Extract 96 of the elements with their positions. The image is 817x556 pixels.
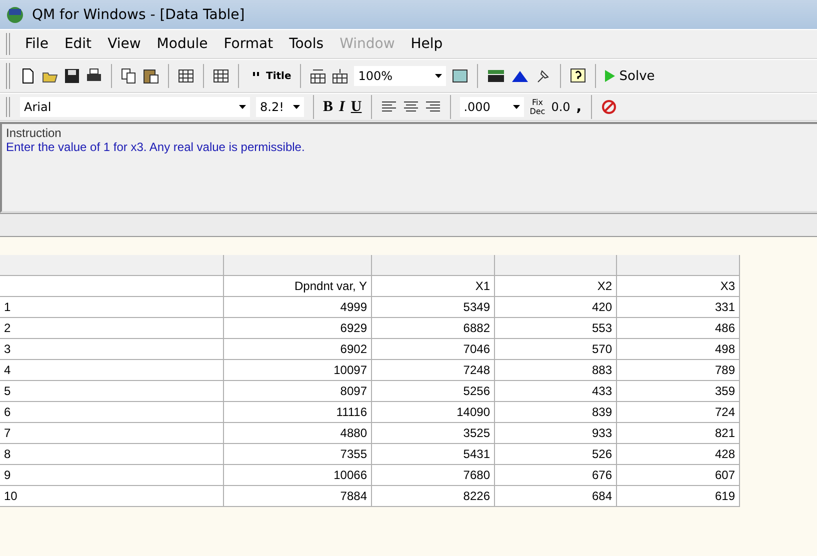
table-cell[interactable]: 724 [617,402,740,423]
paste-icon[interactable] [143,68,159,84]
table-cell[interactable]: 6929 [224,318,372,339]
caret-icon [239,105,246,109]
table-cell[interactable]: 428 [617,444,740,465]
table-cell[interactable]: 4880 [224,423,372,444]
table-cell[interactable]: 5431 [372,444,495,465]
row-header: 5 [0,381,224,402]
caret-icon [512,105,520,109]
table-cell[interactable]: 7680 [372,465,495,486]
bold-button[interactable]: B [323,98,334,116]
table-cell[interactable]: 486 [617,318,740,339]
table-cell[interactable]: 8226 [372,486,495,507]
table-cell[interactable]: 433 [495,381,617,402]
zoom-combo[interactable]: 100% [354,66,446,86]
table-cell[interactable]: 6902 [224,339,372,360]
row-header: 8 [0,444,224,465]
window-icon[interactable] [452,68,468,84]
play-icon [605,70,616,82]
print-icon[interactable] [86,68,102,84]
column-header: X3 [617,276,740,297]
italic-button[interactable]: I [339,98,345,116]
title-button[interactable]: Title [266,70,292,82]
row-header: 4 [0,360,224,381]
table-cell[interactable]: 10097 [224,360,372,381]
table-cell[interactable]: 7046 [372,339,495,360]
table-cell[interactable]: 684 [495,486,617,507]
table-cell[interactable]: 619 [617,486,740,507]
app-icon [6,6,24,24]
table-cell[interactable]: 4999 [224,297,372,318]
new-file-icon[interactable] [20,68,36,84]
table-cell[interactable]: 883 [495,360,617,381]
menu-item[interactable]: File [20,36,54,52]
insert-column-icon[interactable] [310,68,326,84]
row-header: 1 [0,297,224,318]
column-header: Dpndnt var, Y [224,276,372,297]
table-cell[interactable]: 821 [617,423,740,444]
delete-column-icon[interactable] [332,68,348,84]
instruction-label: Instruction [6,126,62,140]
menu-item[interactable]: View [102,36,146,52]
menu-item[interactable]: Tools [284,36,329,52]
table-cell[interactable]: 420 [495,297,617,318]
table-cell[interactable]: 5256 [372,381,495,402]
table-cell[interactable]: 498 [617,339,740,360]
grid-columns-icon[interactable] [178,68,194,84]
table-cell[interactable]: 553 [495,318,617,339]
precision-button[interactable]: 0.0 [551,100,570,114]
menu-item[interactable]: Module [152,36,213,52]
table-cell[interactable]: 359 [617,381,740,402]
table-cell[interactable]: 331 [617,297,740,318]
caret-icon [435,74,442,78]
fix-decimals-button[interactable]: Fix Dec [530,98,546,116]
table-cell[interactable]: 10066 [224,465,372,486]
instruction-text: Enter the value of 1 for x3. Any real value is permissible. [6,140,306,154]
table-cell[interactable]: 676 [495,465,617,486]
table-cell[interactable]: 3525 [372,423,495,444]
help-icon[interactable] [570,68,586,84]
table-cell[interactable]: 14090 [372,402,495,423]
underline-button[interactable]: U [350,98,362,116]
table-cell[interactable]: 839 [495,402,617,423]
row-header: 2 [0,318,224,339]
menu-item[interactable]: Format [218,36,278,52]
table-cell[interactable]: 8097 [224,381,372,402]
solve-button[interactable]: Solve [605,68,655,84]
grid-rows-icon[interactable] [213,68,229,84]
menu-item[interactable]: Help [406,36,448,52]
table-cell[interactable]: 7355 [224,444,372,465]
row-header: 7 [0,423,224,444]
row-header: 3 [0,339,224,360]
decimals-combo[interactable]: .000 [460,97,524,117]
row-header: 9 [0,465,224,486]
table-cell[interactable]: 11116 [224,402,372,423]
table-cell[interactable]: 7884 [224,486,372,507]
table-icon[interactable] [487,68,506,84]
table-cell[interactable]: 933 [495,423,617,444]
save-icon[interactable] [64,68,80,84]
column-header: X2 [495,276,617,297]
copy-icon[interactable] [121,68,137,84]
comma-button[interactable]: , [576,99,582,115]
column-header: X1 [372,276,495,297]
table-cell[interactable]: 607 [617,465,740,486]
font-size-combo[interactable]: 8.2! [256,97,304,117]
table-cell[interactable]: 789 [617,360,740,381]
row-header: 6 [0,402,224,423]
caret-icon [293,105,300,109]
table-cell[interactable]: 570 [495,339,617,360]
table-cell[interactable]: 5349 [372,297,495,318]
menu-item[interactable]: Edit [59,36,97,52]
pin-icon[interactable] [535,68,552,84]
table-cell[interactable]: 526 [495,444,617,465]
row-header: 10 [0,486,224,507]
font-combo[interactable]: Arial [20,97,250,117]
window-title: QM for Windows - [Data Table] [32,6,245,22]
table-cell[interactable]: 7248 [372,360,495,381]
table-cell[interactable]: 6882 [372,318,495,339]
no-sign-icon[interactable] [600,99,617,115]
